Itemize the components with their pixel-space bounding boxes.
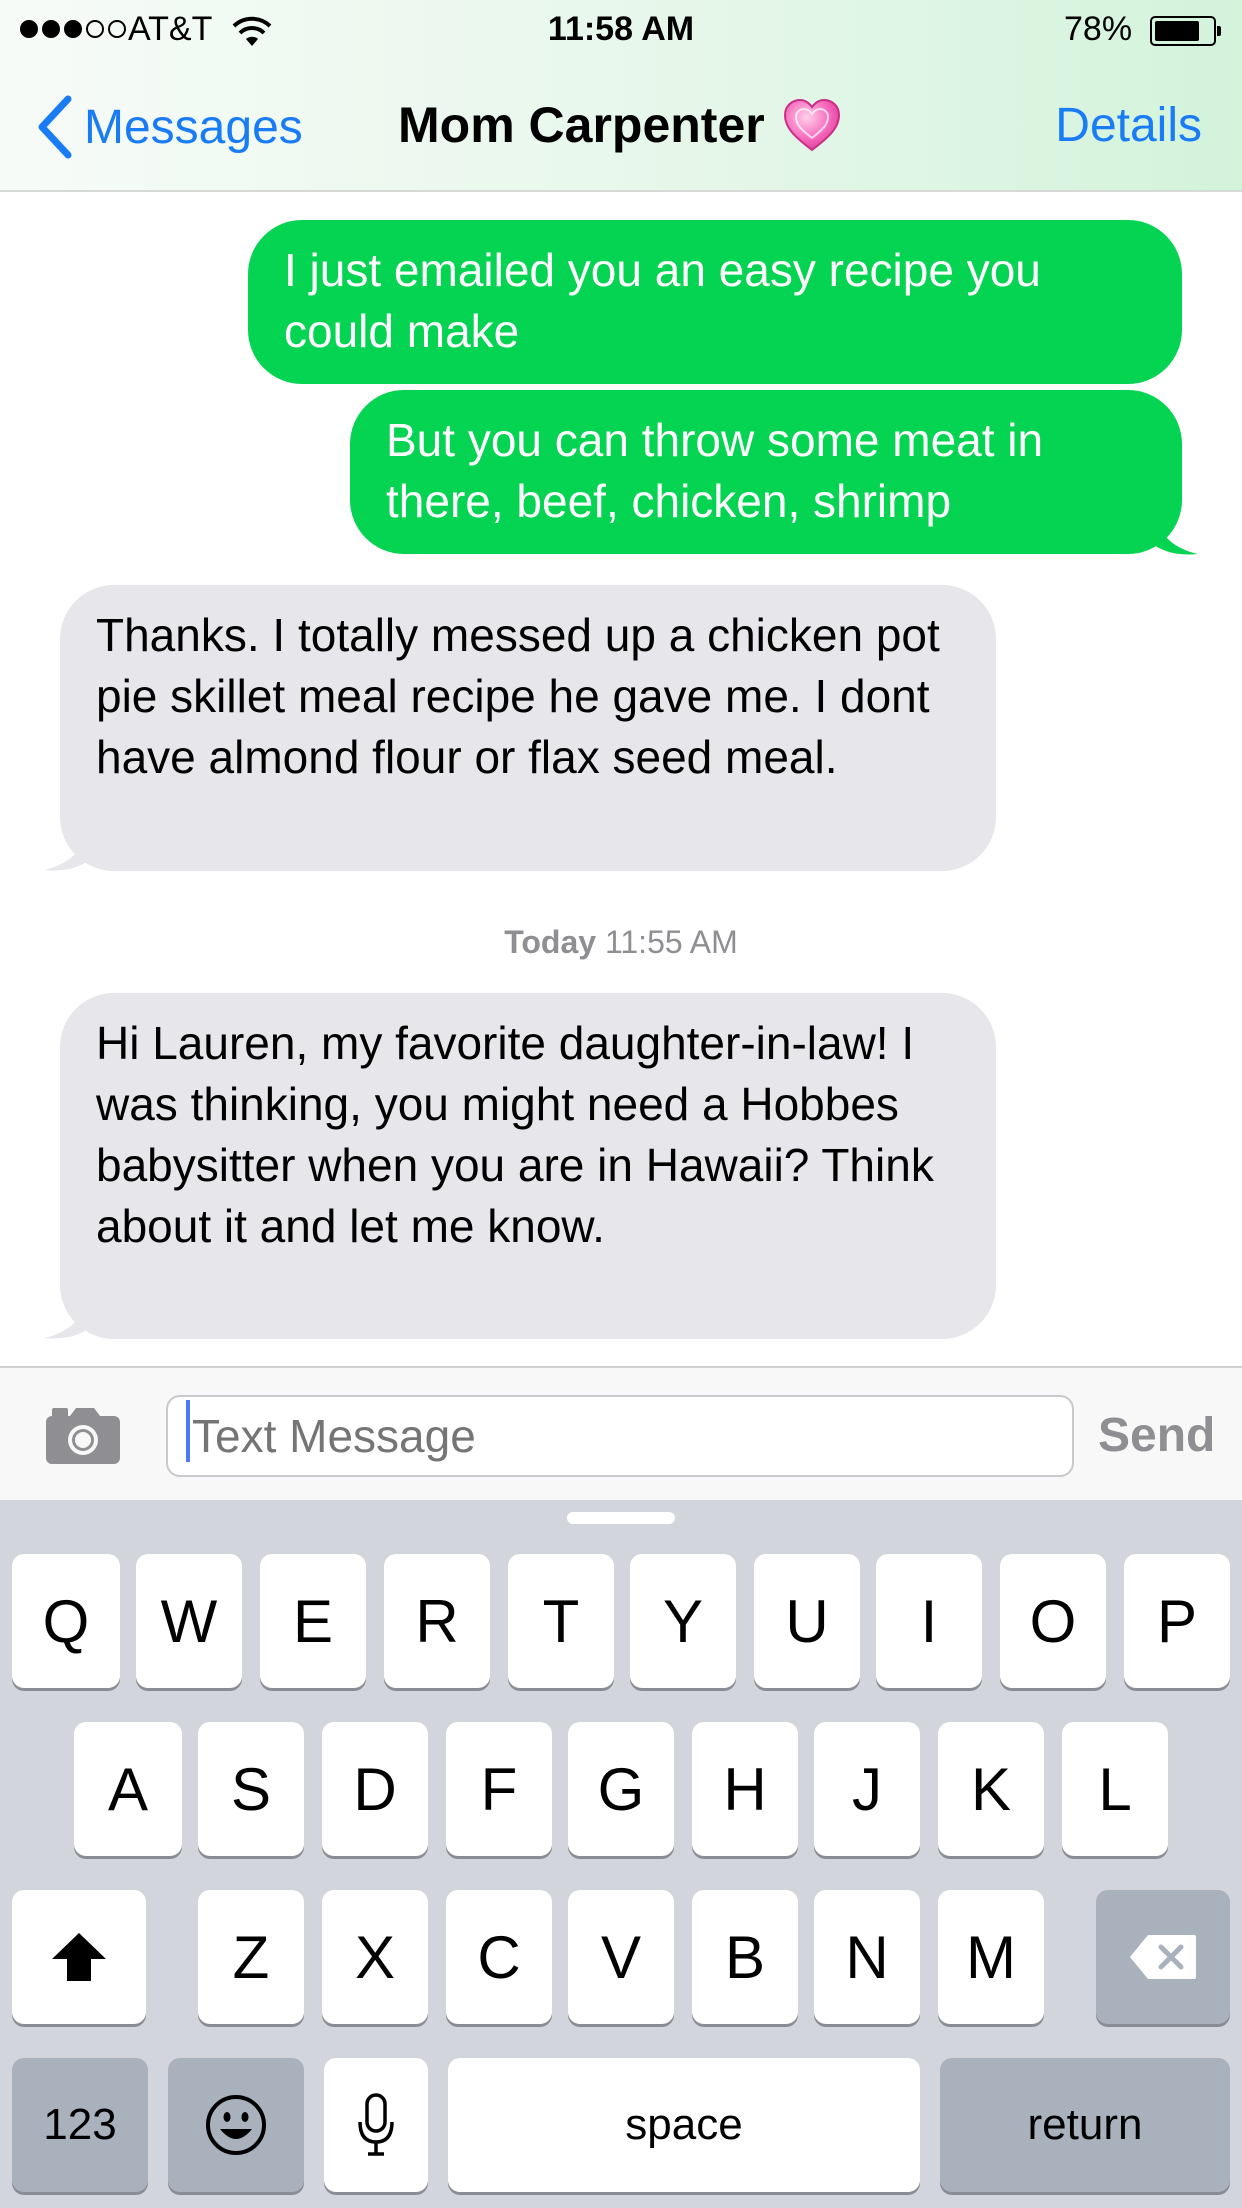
outgoing-message[interactable]: I just emailed you an easy recipe you co…	[248, 220, 1182, 384]
key-o[interactable]: O	[1000, 1554, 1106, 1688]
incoming-bubble-tail	[44, 816, 92, 871]
incoming-message[interactable]: Thanks. I totally messed up a chicken po…	[60, 585, 996, 871]
key-q[interactable]: Q	[12, 1554, 120, 1688]
key-r[interactable]: R	[384, 1554, 490, 1688]
back-button-label: Messages	[84, 100, 303, 154]
key-f[interactable]: F	[446, 1722, 552, 1856]
conversation-timestamp: Today 11:55 AM	[0, 924, 1242, 961]
microphone-icon	[358, 2093, 394, 2156]
space-key-label: space	[625, 2100, 743, 2149]
chevron-left-icon	[38, 95, 72, 159]
key-l[interactable]: L	[1062, 1722, 1168, 1856]
status-time: 11:58 AM	[547, 10, 695, 48]
backspace-icon	[1130, 1935, 1196, 1979]
key-k[interactable]: K	[938, 1722, 1044, 1856]
key-b[interactable]: B	[692, 1890, 798, 2024]
battery-icon	[1150, 16, 1221, 46]
space-key[interactable]: space	[448, 2058, 920, 2192]
delete-key[interactable]	[1096, 1890, 1230, 2024]
key-a[interactable]: A	[74, 1722, 182, 1856]
key-s[interactable]: S	[198, 1722, 304, 1856]
outgoing-bubble-tail	[1150, 500, 1198, 555]
emoji-key[interactable]	[168, 2058, 304, 2192]
key-t[interactable]: T	[508, 1554, 614, 1688]
details-button[interactable]: Details	[1055, 98, 1202, 153]
keyboard: Q W E R T Y U I O P A S D F G H J K L Z …	[0, 1500, 1242, 2208]
message-input[interactable]	[166, 1395, 1074, 1477]
key-u[interactable]: U	[754, 1554, 860, 1688]
timestamp-day: Today	[504, 924, 597, 960]
key-n[interactable]: N	[814, 1890, 920, 2024]
key-j[interactable]: J	[814, 1722, 920, 1856]
header: AT&T 11:58 AM 78% Messages Mom Carpenter	[0, 0, 1242, 192]
dictation-key[interactable]	[324, 2058, 428, 2192]
key-w[interactable]: W	[136, 1554, 242, 1688]
text-cursor	[186, 1400, 190, 1462]
incoming-bubble-tail	[44, 1284, 92, 1339]
numbers-key[interactable]: 123	[12, 2058, 148, 2192]
emoji-icon	[206, 2095, 266, 2155]
key-y[interactable]: Y	[630, 1554, 736, 1688]
incoming-message[interactable]: Hi Lauren, my favorite daughter-in-law! …	[60, 993, 996, 1339]
shift-key[interactable]	[12, 1890, 146, 2024]
return-key-label: return	[1027, 2100, 1143, 2149]
timestamp-time: 11:55 AM	[604, 924, 738, 960]
status-bar: AT&T 11:58 AM 78%	[0, 0, 1242, 62]
back-button[interactable]: Messages	[34, 92, 303, 162]
key-x[interactable]: X	[322, 1890, 428, 2024]
key-m[interactable]: M	[938, 1890, 1044, 2024]
key-p[interactable]: P	[1124, 1554, 1230, 1688]
contact-name: Mom Carpenter	[398, 97, 765, 153]
key-i[interactable]: I	[876, 1554, 982, 1688]
conversation-title: Mom Carpenter	[398, 96, 841, 154]
send-button[interactable]: Send	[1098, 1408, 1215, 1463]
key-g[interactable]: G	[568, 1722, 674, 1856]
battery-percentage: 78%	[1064, 10, 1133, 48]
key-v[interactable]: V	[568, 1890, 674, 2024]
shift-arrow-icon	[52, 1933, 106, 1981]
pink-heart-icon	[783, 98, 840, 152]
numbers-key-label: 123	[43, 2100, 117, 2149]
key-z[interactable]: Z	[198, 1890, 304, 2024]
key-e[interactable]: E	[260, 1554, 366, 1688]
camera-icon[interactable]	[44, 1404, 122, 1466]
return-key[interactable]: return	[940, 2058, 1230, 2192]
keyboard-handle[interactable]	[567, 1512, 675, 1524]
key-h[interactable]: H	[692, 1722, 798, 1856]
key-c[interactable]: C	[446, 1890, 552, 2024]
key-d[interactable]: D	[322, 1722, 428, 1856]
outgoing-message[interactable]: But you can throw some meat in there, be…	[350, 390, 1182, 554]
